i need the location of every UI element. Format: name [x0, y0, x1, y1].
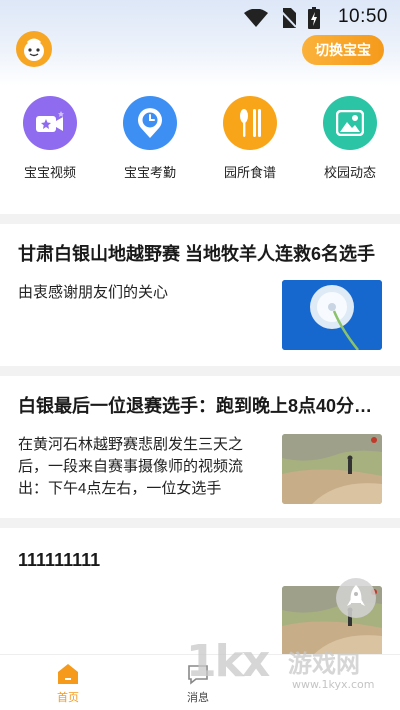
news-image [282, 434, 382, 504]
nav-label: 首页 [57, 692, 79, 704]
quick-item-campus-news[interactable]: 校园动态 [300, 96, 400, 196]
news-image [282, 280, 382, 350]
status-bar: 10:50 [0, 0, 400, 34]
news-title: 白银最后一位退赛选手：跑到晚上8点40分才下山 [18, 396, 382, 416]
status-icons [244, 7, 320, 29]
video-star-icon [23, 96, 77, 150]
watermark-cn: 游戏网 [288, 650, 360, 678]
watermark-url: www.1kyx.com [292, 678, 375, 691]
quick-label: 园所食谱 [223, 165, 276, 180]
quick-label: 校园动态 [323, 165, 376, 180]
home-icon [58, 664, 78, 684]
section-divider [0, 214, 400, 224]
quick-item-baby-attendance[interactable]: 宝宝考勤 [100, 96, 200, 196]
watermark-brand: 1kx [186, 636, 270, 687]
section-divider [0, 518, 400, 528]
news-card[interactable]: 白银最后一位退赛选手：跑到晚上8点40分才下山 在黄河石林越野赛悲剧发生三天之后… [0, 376, 400, 518]
switch-baby-button[interactable]: 切换宝宝 [302, 35, 384, 65]
clock-pin-icon [123, 96, 177, 150]
battery-charging-icon [308, 7, 320, 29]
news-summary: 在黄河石林越野赛悲剧发生三天之后，一段来自赛事摄像师的视频流出：下午4点左右，一… [18, 436, 244, 497]
quick-item-school-menu[interactable]: 园所食谱 [200, 96, 300, 196]
mascot-avatar-icon[interactable] [16, 31, 52, 67]
news-title: 111111111 [18, 550, 101, 570]
quick-item-baby-video[interactable]: 宝宝视频 [0, 96, 100, 196]
fork-knife-icon [223, 96, 277, 150]
quick-label: 宝宝视频 [23, 165, 76, 180]
watermark-logo: 1kx 游戏网 www.1kyx.com [186, 636, 400, 710]
header-area: 10:50 切换宝宝 [0, 0, 400, 86]
news-title: 甘肃白银山地越野赛 当地牧羊人连救6名选手 [18, 244, 376, 264]
section-divider [0, 366, 400, 376]
status-time: 10:50 [337, 6, 388, 27]
quick-menu: 宝宝视频 宝宝考勤 园所食谱 校园动态 [0, 96, 400, 196]
nav-item-home[interactable]: 首页 [38, 663, 98, 705]
picture-icon [323, 96, 377, 150]
wifi-icon [244, 9, 268, 27]
rocket-icon [347, 585, 365, 606]
quick-label: 宝宝考勤 [123, 165, 176, 180]
no-sim-icon [280, 8, 296, 28]
news-summary: 由衷感谢朋友们的关心 [18, 284, 169, 301]
back-to-top-rocket-button[interactable] [336, 578, 376, 618]
news-card[interactable]: 甘肃白银山地越野赛 当地牧羊人连救6名选手 由衷感谢朋友们的关心 [0, 224, 400, 366]
